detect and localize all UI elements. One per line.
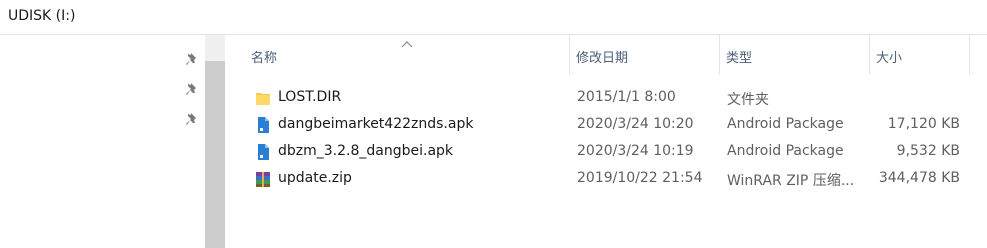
file-name: LOST.DIR: [278, 89, 342, 105]
file-size: 9,532 KB: [896, 143, 960, 159]
file-row[interactable]: dangbeimarket422znds.apk 2020/3/24 10:20…: [225, 112, 987, 139]
scroll-thumb[interactable]: [205, 61, 225, 248]
file-date: 2019/10/22 21:54: [577, 170, 703, 186]
file-type: Android Package: [727, 116, 844, 132]
scroll-up-arrow[interactable]: [205, 35, 225, 59]
file-date: 2015/1/1 8:00: [577, 89, 676, 105]
apk-file-icon: [258, 117, 269, 133]
file-date: 2020/3/24 10:19: [577, 143, 694, 159]
nav-scrollbar[interactable]: [205, 35, 225, 248]
file-row[interactable]: LOST.DIR 2015/1/1 8:00 文件夹: [225, 85, 987, 112]
file-type: 文件夹: [727, 92, 769, 108]
file-row[interactable]: dbzm_3.2.8_dangbei.apk 2020/3/24 10:19 A…: [225, 139, 987, 166]
column-type[interactable]: 类型: [720, 35, 870, 75]
column-date-modified[interactable]: 修改日期: [570, 35, 720, 75]
address-path[interactable]: UDISK (I:): [8, 8, 75, 24]
apk-file-icon: [258, 144, 269, 160]
column-header-row: 名称 修改日期 类型 大小: [225, 35, 987, 75]
column-name[interactable]: 名称: [245, 35, 570, 75]
file-list: 名称 修改日期 类型 大小 LOST.DIR 2015/1/1 8:00 文件夹…: [225, 35, 987, 248]
pin-icon[interactable]: [186, 82, 200, 96]
winrar-archive-icon: [256, 172, 270, 187]
file-name: update.zip: [278, 170, 352, 186]
column-size[interactable]: 大小: [870, 35, 970, 75]
navigation-pane: [0, 35, 205, 248]
folder-icon: [256, 93, 270, 105]
file-type: Android Package: [727, 143, 844, 159]
file-size: 17,120 KB: [887, 116, 960, 132]
address-bar[interactable]: UDISK (I:): [0, 0, 987, 35]
file-type: WinRAR ZIP 压缩...: [727, 173, 855, 189]
file-date: 2020/3/24 10:20: [577, 116, 694, 132]
pin-icon[interactable]: [186, 52, 200, 66]
pin-icon[interactable]: [186, 112, 200, 126]
file-row[interactable]: update.zip 2019/10/22 21:54 WinRAR ZIP 压…: [225, 166, 987, 193]
file-name: dangbeimarket422znds.apk: [278, 116, 474, 132]
file-size: 344,478 KB: [878, 170, 960, 186]
file-name: dbzm_3.2.8_dangbei.apk: [278, 143, 454, 159]
